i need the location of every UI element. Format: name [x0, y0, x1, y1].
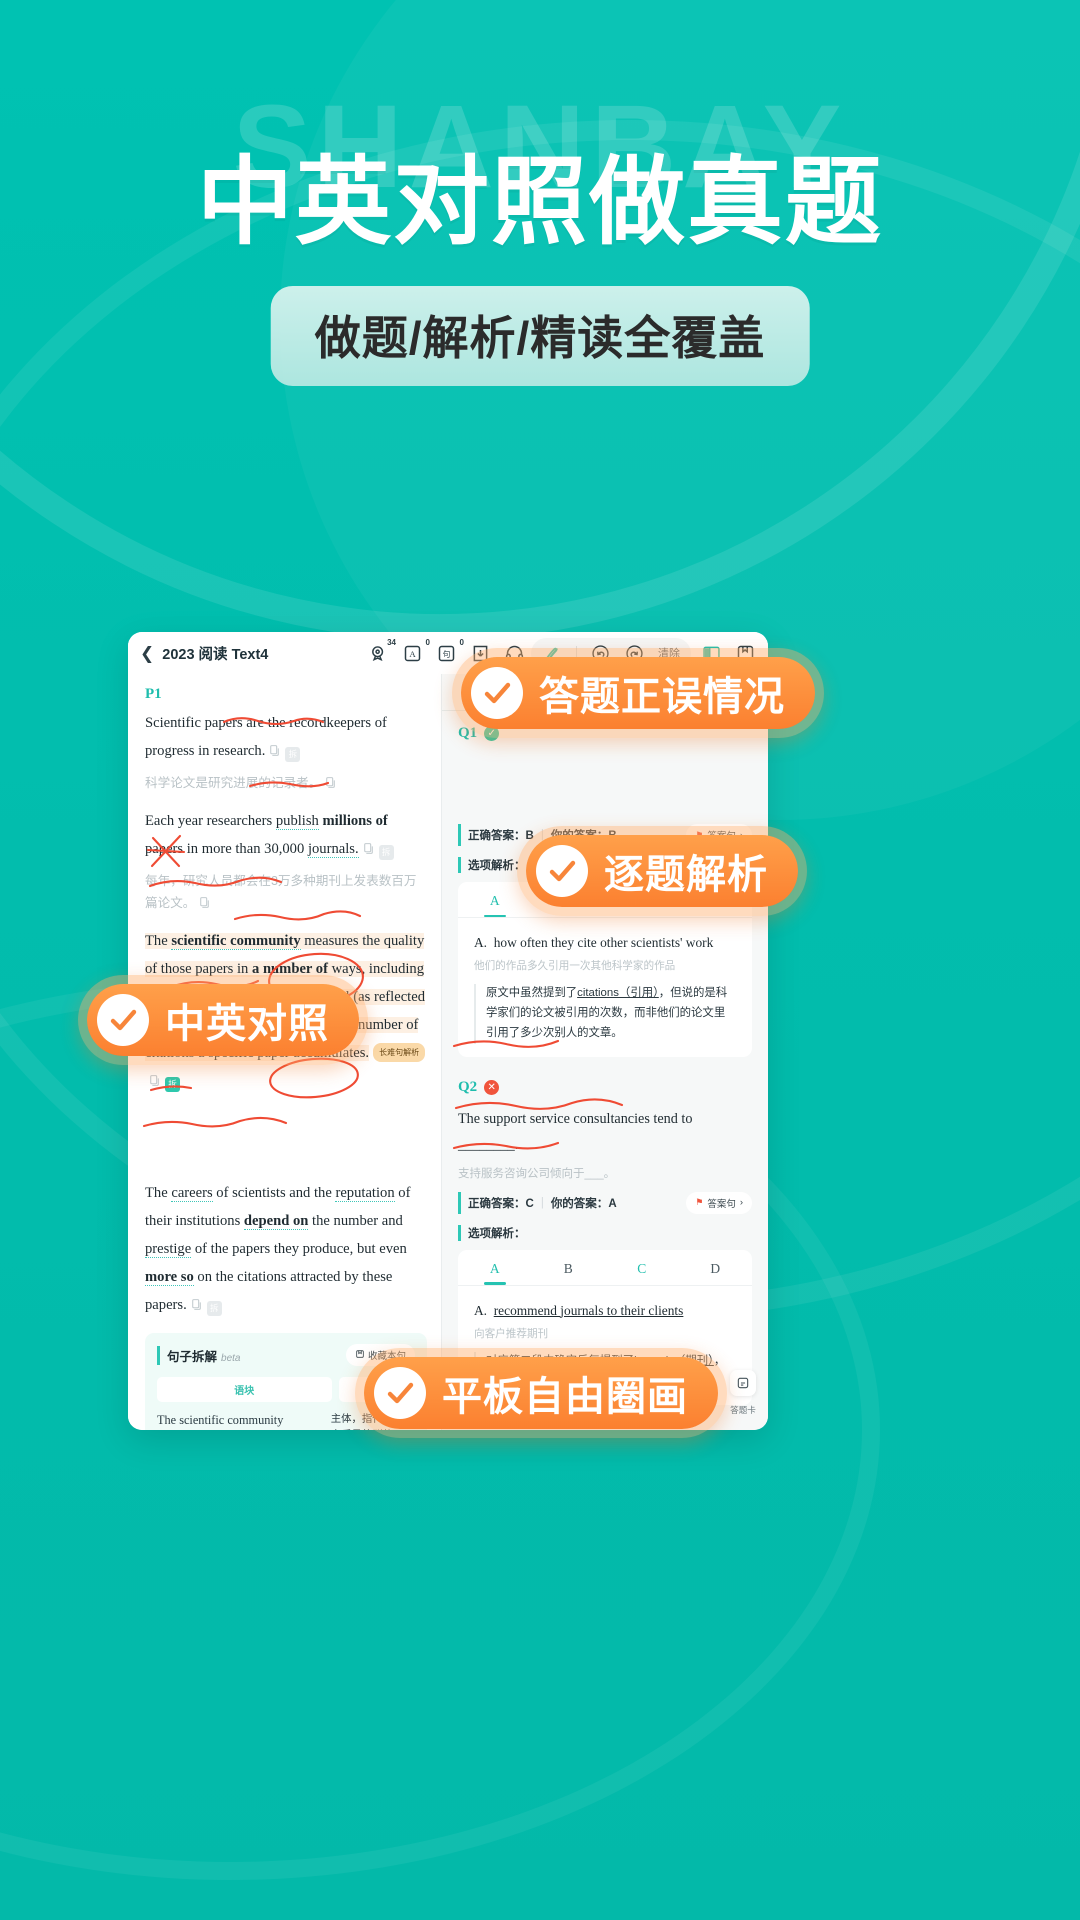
question-stem-zh: 支持服务咨询公司倾向于___。	[458, 1167, 616, 1180]
beta-tag: beta	[221, 1352, 241, 1364]
passage-block: Each year researchers publish millions o…	[145, 807, 427, 915]
check-circle-icon	[536, 845, 588, 897]
question-id: Q2	[458, 1078, 478, 1095]
answer-summary-row: 正确答案：C | 你的答案：A ⚑ 答案句 ›	[458, 1191, 752, 1214]
flag-icon: ⚑	[695, 1197, 704, 1208]
split-badge[interactable]: 拆	[285, 747, 301, 763]
copy-icon[interactable]	[148, 1074, 161, 1087]
option-tab-b[interactable]: B	[532, 1250, 606, 1285]
copy-icon[interactable]	[268, 744, 281, 757]
option-tab-c[interactable]: C	[605, 1250, 679, 1285]
copy-icon[interactable]	[190, 1298, 203, 1311]
target-icon[interactable]: 34	[368, 638, 396, 664]
callout-bilingual: 中英对照	[78, 975, 368, 1065]
copy-icon[interactable]	[362, 842, 375, 855]
split-badge[interactable]: 拆	[378, 844, 394, 860]
passage-block: Scientific papers are the recordkeepers …	[145, 709, 427, 795]
target-badge: 34	[387, 637, 396, 647]
svg-text:A: A	[409, 649, 416, 659]
check-circle-icon	[374, 1367, 426, 1419]
passage-en-line: Each year researchers publish millions o…	[145, 807, 427, 863]
chevron-right-icon: ›	[739, 1197, 743, 1209]
option-explanation: 原文中虽然提到了citations（引用），但说的是科学家们的论文被引用的次数，…	[474, 984, 736, 1044]
note-annotate-badge: 0	[459, 637, 464, 647]
text-annotate-icon[interactable]: A 0	[402, 638, 430, 664]
callout-answer-status: 答题正误情况	[452, 648, 824, 738]
paragraph-label: P1	[145, 686, 162, 702]
edit-note-icon[interactable]	[730, 1370, 756, 1397]
page-title: 中英对照做真题	[197, 149, 883, 256]
option-tab-a[interactable]: A	[458, 1250, 532, 1285]
answer-card-label[interactable]: 答题卡	[730, 1405, 756, 1416]
note-annotate-icon[interactable]: 句 0	[436, 638, 464, 664]
passage-zh-line: 科学论文是研究进展的记录者。	[145, 772, 427, 795]
analysis-pane[interactable]: 题目 解析 Q1 ✓ 正确答案：B | 你的答案：B	[442, 674, 768, 1430]
question-stem: The support service consultancies tend t…	[458, 1110, 693, 1154]
answer-sentence-chip[interactable]: ⚑ 答案句 ›	[686, 1191, 752, 1214]
option-text-zh: 向客户推荐期刊	[474, 1327, 549, 1340]
callout-text: 平板自由圈画	[442, 1375, 688, 1419]
passage-en-line: Scientific papers are the recordkeepers …	[145, 709, 427, 765]
option-tab-d[interactable]: D	[679, 1250, 753, 1285]
callout-per-question-analysis: 逐题解析	[517, 826, 807, 916]
bookmark-icon	[355, 1349, 365, 1362]
passage-block: The careers of scientists and the reputa…	[145, 1179, 427, 1319]
callout-text: 逐题解析	[604, 853, 768, 897]
option-text-en: A. how often they cite other scientists'…	[474, 935, 714, 950]
copy-icon[interactable]	[324, 776, 337, 789]
split-badge[interactable]: 拆	[165, 1077, 180, 1093]
callout-text: 中英对照	[165, 1002, 329, 1046]
copy-icon[interactable]	[198, 896, 211, 909]
check-circle-icon	[97, 994, 149, 1046]
breakdown-chunk-en: The scientific community 科学界	[157, 1413, 284, 1428]
option-text-en: A. recommend journals to their clients	[474, 1302, 684, 1318]
text-annotate-badge: 0	[425, 637, 430, 647]
callout-text: 答题正误情况	[539, 675, 785, 719]
passage-en-line: The careers of scientists and the reputa…	[145, 1179, 427, 1319]
check-circle-icon	[471, 667, 523, 719]
cross-circle-icon: ✕	[484, 1079, 500, 1095]
split-badge[interactable]: 拆	[206, 1301, 222, 1317]
floating-actions: 答题卡	[730, 1370, 756, 1416]
subtitle-pill: 做题/解析/精读全覆盖	[270, 286, 810, 386]
breakdown-col-chunk: 语块	[157, 1377, 332, 1403]
hard-sentence-tag[interactable]: 长难句解析	[373, 1043, 426, 1063]
back-icon[interactable]: ❮	[138, 645, 162, 662]
option-analysis-label: 选项解析：	[458, 1224, 752, 1241]
sentence-breakdown-title: 句子拆解 beta	[157, 1345, 241, 1365]
svg-text:句: 句	[443, 649, 451, 659]
document-title: 2023 阅读 Text4	[162, 646, 269, 663]
passage-zh-line: 每年，研究人员都会在3万多种期刊上发表数百万篇论文。	[145, 873, 417, 911]
option-text-zh: 他们的作品多久引用一次其他科学家的作品	[474, 960, 676, 973]
callout-tablet-annotation: 平板自由圈画	[355, 1348, 727, 1438]
